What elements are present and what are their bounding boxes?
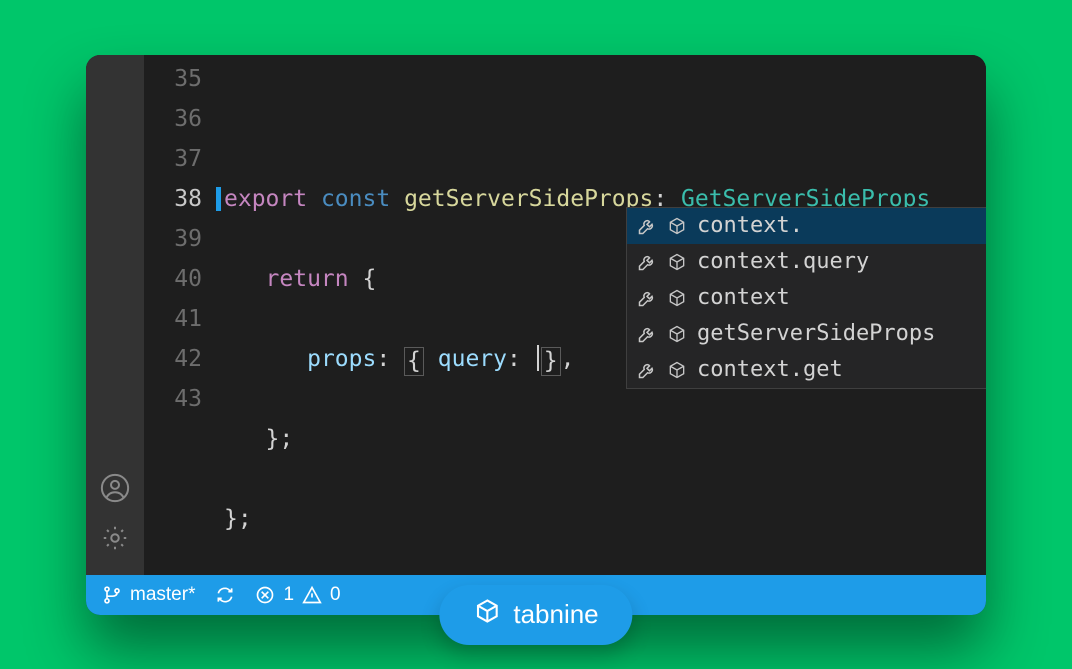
code-editor[interactable]: 35 36 37 38 39 40 41 42 43 export const … xyxy=(144,55,986,575)
text-cursor xyxy=(537,345,539,371)
suggestion-item[interactable]: context xyxy=(627,280,986,316)
line-gutter: 35 36 37 38 39 40 41 42 43 xyxy=(144,55,224,575)
activity-bar xyxy=(86,55,144,575)
suggestion-item[interactable]: context.get xyxy=(627,352,986,388)
error-icon xyxy=(255,585,275,605)
warning-icon xyxy=(302,585,322,605)
line-number: 38 xyxy=(144,179,224,219)
cube-icon xyxy=(667,360,687,380)
sync-button[interactable] xyxy=(215,585,235,605)
line-number: 39 xyxy=(144,219,224,259)
tabnine-label: tabnine xyxy=(513,599,598,630)
code-line: }; xyxy=(224,499,986,539)
line-number: 36 xyxy=(144,99,224,139)
wrench-icon xyxy=(637,324,657,344)
current-line-marker xyxy=(216,187,221,211)
suggestion-item[interactable]: context.query xyxy=(627,244,986,280)
branch-name: master* xyxy=(130,584,195,606)
cube-icon xyxy=(667,216,687,236)
wrench-icon xyxy=(637,252,657,272)
line-number: 43 xyxy=(144,379,224,419)
wrench-icon xyxy=(637,288,657,308)
git-branch-button[interactable]: master* xyxy=(102,584,195,606)
line-number: 41 xyxy=(144,299,224,339)
suggestion-label: context.get xyxy=(697,352,843,388)
suggestion-label: context.query xyxy=(697,244,869,280)
tabnine-logo-icon xyxy=(473,597,501,632)
cube-icon xyxy=(667,252,687,272)
problems-button[interactable]: 1 0 xyxy=(255,584,340,606)
cube-icon xyxy=(667,324,687,344)
intellisense-popup[interactable]: context. context.query context xyxy=(626,207,986,389)
suggestion-item[interactable]: context. xyxy=(627,208,986,244)
line-number: 37 xyxy=(144,139,224,179)
warning-count: 0 xyxy=(330,584,341,606)
suggestion-label: context. xyxy=(697,208,803,244)
code-line: }; xyxy=(224,419,986,459)
suggestion-item[interactable]: getServerSideProps xyxy=(627,316,986,352)
tabnine-badge[interactable]: tabnine xyxy=(439,585,632,645)
wrench-icon xyxy=(637,360,657,380)
suggestion-label: getServerSideProps xyxy=(697,316,935,352)
line-number: 35 xyxy=(144,59,224,99)
account-icon[interactable] xyxy=(100,473,130,503)
gear-icon[interactable] xyxy=(100,523,130,553)
line-number: 42 xyxy=(144,339,224,379)
wrench-icon xyxy=(637,216,657,236)
cube-icon xyxy=(667,288,687,308)
editor-window: 35 36 37 38 39 40 41 42 43 export const … xyxy=(86,55,986,615)
suggestion-label: context xyxy=(697,280,790,316)
error-count: 1 xyxy=(283,584,294,606)
git-branch-icon xyxy=(102,585,122,605)
code-line xyxy=(224,99,986,139)
line-number: 40 xyxy=(144,259,224,299)
sync-icon xyxy=(215,585,235,605)
